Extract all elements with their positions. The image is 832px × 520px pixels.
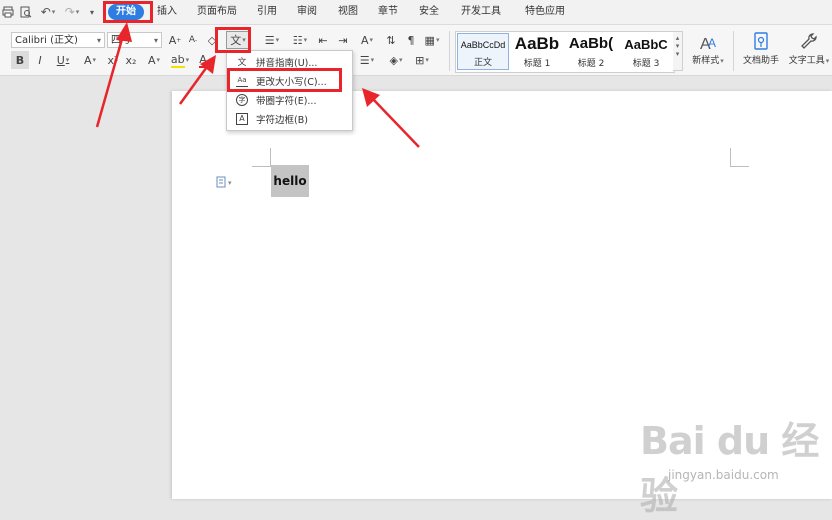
margin-corner-mark [252,148,271,167]
watermark: Bai du 经验 jingyan.baidu.com [640,410,825,518]
svg-text:▾: ▾ [228,179,232,187]
annotation-box-home-tab [103,1,153,23]
wrench-icon [786,31,832,53]
print-icon[interactable] [0,3,16,21]
font-name-select[interactable]: Calibri (正文) ▾ [11,32,105,48]
shrink-font-icon[interactable]: A- [184,31,202,49]
style-heading-3[interactable]: AaBbC 标题 3 [619,33,673,70]
menu-item-character-border[interactable]: A 字符边框(B) [227,109,352,128]
undo-icon[interactable]: ↶ ▾ [38,3,58,21]
chevron-down-icon: ▾ [96,36,101,45]
subscript-icon[interactable]: x₂ [122,51,140,69]
tab-insert[interactable]: 插入 [157,4,177,20]
watermark-url: jingyan.baidu.com [668,468,779,482]
font-size-value: 四号 [111,35,131,46]
shading-icon[interactable]: ◈ ▾ [384,51,408,69]
superscript-icon[interactable]: x² [104,51,122,69]
paragraph-layout-icon[interactable]: ▾ [216,176,236,188]
show-marks-icon[interactable]: ¶ [402,31,420,49]
enclosed-char-icon: 字 [236,93,248,106]
doc-assistant-icon [738,31,784,53]
new-style-icon: AA [687,31,729,53]
svg-text:A: A [708,36,716,50]
margin-corner-mark [730,148,749,167]
tab-page-layout[interactable]: 页面布局 [197,4,237,20]
tab-references[interactable]: 引用 [257,4,277,20]
strikethrough-icon[interactable]: A ▾ [78,51,102,69]
print-preview-icon[interactable] [18,3,34,21]
numbered-list-icon[interactable]: ☷ ▾ [288,31,312,49]
underline-icon[interactable]: U ▾ [51,51,75,69]
highlight-color-icon[interactable]: ab ▾ [168,51,192,69]
doc-assistant-button[interactable]: 文档助手 [738,31,784,66]
menu-item-enclosed-characters[interactable]: 字 带圈字符(E)... [227,90,352,109]
ribbon-separator [733,31,734,71]
text-tools-button[interactable]: 文字工具▾ [786,31,832,66]
chevron-up-icon[interactable]: ▴ [673,34,682,42]
style-heading-2[interactable]: AaBb( 标题 2 [564,33,618,70]
tab-developer[interactable]: 开发工具 [461,4,501,20]
styles-gallery: AaBbCcDd 正文 AaBb 标题 1 AaBb( 标题 2 AaBbC 标… [455,31,675,73]
selected-text-hello[interactable]: hello [271,165,309,197]
watermark-brand: Bai du 经验 [640,419,819,518]
style-heading-1[interactable]: AaBb 标题 1 [511,33,563,70]
char-border-icon: A [236,112,248,125]
borders-icon[interactable]: ⊞ ▾ [410,51,434,69]
pinyin-icon: 文 [237,58,247,68]
increase-indent-icon[interactable]: ⇥ [334,31,352,49]
annotation-box-phonetic-button [215,27,251,53]
text-effect-icon[interactable]: A ▾ [142,51,166,69]
styles-gallery-scroll[interactable]: ▴ ▾ ▾ [673,31,683,71]
chevron-down-icon[interactable]: ▾ [673,42,682,50]
new-style-button[interactable]: AA 新样式▾ [687,31,729,66]
more-icon[interactable]: ▾ [673,50,682,58]
chevron-down-icon: ▾ [153,36,158,45]
grow-font-icon[interactable]: A + [166,31,184,49]
tab-special-apps[interactable]: 特色应用 [525,4,565,20]
line-spacing-icon[interactable]: ☰ ▾ [356,51,378,69]
tab-security[interactable]: 安全 [419,4,439,20]
style-normal[interactable]: AaBbCcDd 正文 [457,33,509,70]
italic-icon[interactable]: I [31,51,49,69]
ribbon: Calibri (正文) ▾ 四号 ▾ A + A- ◇ 文 ▾ ☰ ▾ ☷ ▾ ⇤ ⇥… [0,25,832,76]
bold-icon[interactable]: B [11,51,29,69]
sort-icon[interactable]: ⇅ [382,31,400,49]
annotation-box-change-case [227,68,342,92]
font-color-icon[interactable]: A [194,51,212,69]
text-direction-icon[interactable]: A ▾ [356,31,378,49]
tab-review[interactable]: 审阅 [297,4,317,20]
customize-quick-access-icon[interactable]: ▾ [86,3,98,21]
font-size-select[interactable]: 四号 ▾ [107,32,162,48]
table-icon[interactable]: ▦ ▾ [420,31,444,49]
tab-view[interactable]: 视图 [338,4,358,20]
redo-icon[interactable]: ↷ ▾ [62,3,82,21]
ribbon-separator [449,31,450,71]
bullet-list-icon[interactable]: ☰ ▾ [260,31,284,49]
tab-chapter[interactable]: 章节 [378,4,398,20]
font-name-value: Calibri (正文) [15,35,78,46]
decrease-indent-icon[interactable]: ⇤ [314,31,332,49]
